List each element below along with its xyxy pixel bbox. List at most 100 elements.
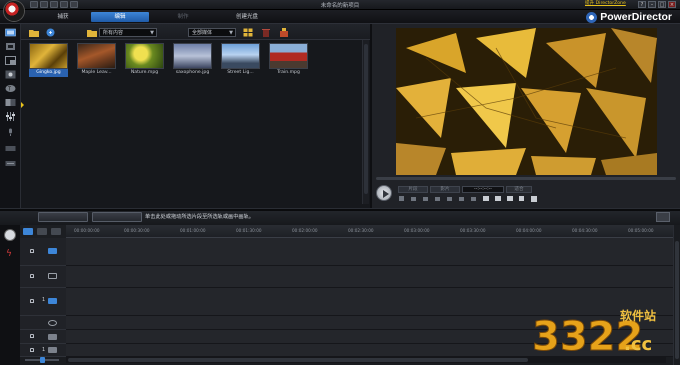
next-frame-icon[interactable] bbox=[422, 195, 429, 202]
media-item-nature[interactable]: Nature.mpg bbox=[125, 43, 164, 77]
preview-mode-bar: 片段 影片 --:--:--:-- 适合 bbox=[398, 186, 658, 193]
thumbnail bbox=[29, 43, 68, 69]
audio-mixing-room-icon[interactable] bbox=[5, 112, 16, 121]
timeline-zoom-slider[interactable] bbox=[20, 357, 66, 363]
redo-icon[interactable] bbox=[70, 1, 78, 8]
track-manager-icon[interactable] bbox=[4, 229, 16, 241]
library-folder-value: 所有内容 bbox=[103, 30, 124, 36]
title-bar: 未命名的新项目 ? – □ × bbox=[0, 0, 680, 10]
ruler-tick-label: 00:01:00:00 bbox=[180, 228, 206, 233]
zoom-select[interactable]: 适合 bbox=[506, 186, 532, 193]
lock-icon[interactable] bbox=[30, 299, 34, 303]
media-item-label: Street Lig... bbox=[227, 70, 254, 75]
tab-capture[interactable]: 捕获 bbox=[34, 12, 92, 22]
storyboard-view-button[interactable] bbox=[38, 212, 88, 222]
effect-track-lane[interactable] bbox=[66, 266, 673, 288]
media-item-label: Nature.mpg bbox=[130, 70, 159, 75]
media-item-label: saxophone.jpg bbox=[175, 70, 210, 75]
svg-text:.cc: .cc bbox=[624, 334, 652, 355]
voice-over-room-icon[interactable] bbox=[5, 128, 16, 137]
pip-room-icon[interactable] bbox=[5, 56, 16, 65]
insert-mode-icon[interactable] bbox=[37, 228, 47, 235]
thumbnail bbox=[221, 43, 260, 69]
download-media-icon[interactable] bbox=[46, 28, 56, 37]
lock-icon[interactable] bbox=[30, 334, 34, 338]
timecode-field[interactable]: --:--:--:-- bbox=[462, 186, 504, 193]
undo-icon[interactable] bbox=[60, 1, 68, 8]
volume-icon[interactable] bbox=[506, 195, 513, 202]
step-backward-icon[interactable] bbox=[458, 195, 465, 202]
directorzone-link[interactable]: 提升 DirectorZone bbox=[585, 0, 626, 6]
library-folder-select[interactable]: 所有内容 ▼ bbox=[99, 28, 157, 37]
title-room-icon[interactable]: T bbox=[5, 84, 16, 93]
media-item-label: Maple Leav... bbox=[81, 70, 112, 75]
visibility-icon[interactable] bbox=[48, 320, 57, 326]
minimize-button[interactable]: – bbox=[648, 1, 656, 8]
timeline-settings-icon[interactable] bbox=[656, 212, 670, 222]
zoom-handle[interactable] bbox=[40, 357, 45, 363]
media-item-saxophone[interactable]: saxophone.jpg bbox=[173, 43, 212, 77]
loop-icon[interactable] bbox=[494, 195, 501, 202]
media-item-train[interactable]: Train.mpg bbox=[269, 43, 308, 77]
svg-text:软件站: 软件站 bbox=[620, 308, 656, 323]
chevron-down-icon: ▼ bbox=[229, 30, 233, 36]
split-icon[interactable]: ϟ bbox=[6, 249, 14, 259]
preview-window bbox=[396, 28, 657, 175]
video-track-toggle-icon[interactable] bbox=[23, 228, 33, 235]
view-mode-icon[interactable] bbox=[243, 28, 253, 37]
media-filter-select[interactable]: 全部媒体 ▼ bbox=[188, 28, 236, 37]
movie-mode-button[interactable]: 影片 bbox=[430, 186, 460, 193]
track-header-audio bbox=[20, 330, 66, 344]
step-forward-icon[interactable] bbox=[470, 195, 477, 202]
lock-icon[interactable] bbox=[30, 249, 34, 253]
subtitle-room-icon[interactable] bbox=[5, 159, 16, 168]
settings-icon[interactable] bbox=[518, 195, 525, 202]
open-project-icon[interactable] bbox=[40, 1, 48, 8]
media-room-icon[interactable] bbox=[5, 28, 16, 37]
help-button[interactable]: ? bbox=[638, 1, 646, 8]
media-filter-value: 全部媒体 bbox=[192, 30, 213, 36]
timeline-ruler[interactable]: 00:00:00:00 00:00:30:00 00:01:00:00 00:0… bbox=[66, 225, 673, 238]
effect-room-icon[interactable] bbox=[5, 42, 16, 51]
clip-mode-button[interactable]: 片段 bbox=[398, 186, 428, 193]
video-track-lane[interactable] bbox=[66, 238, 673, 266]
music-note-icon bbox=[48, 347, 57, 353]
import-media-icon[interactable] bbox=[29, 28, 39, 37]
tab-produce[interactable]: 制作 bbox=[154, 12, 212, 22]
tab-edit[interactable]: 编辑 bbox=[91, 12, 149, 22]
brand: PowerDirector bbox=[586, 11, 672, 23]
chevron-down-icon: ▼ bbox=[150, 30, 154, 36]
lock-icon[interactable] bbox=[30, 348, 34, 352]
save-icon[interactable] bbox=[50, 1, 58, 8]
library-menu-icon[interactable] bbox=[279, 28, 289, 37]
library-scrollbar[interactable] bbox=[362, 40, 369, 204]
stop-icon[interactable] bbox=[398, 195, 405, 202]
particle-room-icon[interactable] bbox=[5, 70, 16, 79]
timeline-toolbar: 单击此处或拖动所选片段至所选轨或画中画轨。 bbox=[0, 211, 680, 225]
close-button[interactable]: × bbox=[668, 1, 676, 8]
chapter-room-icon[interactable] bbox=[5, 144, 16, 153]
play-button[interactable] bbox=[376, 185, 392, 201]
undock-icon[interactable] bbox=[530, 195, 537, 202]
fast-forward-icon[interactable] bbox=[434, 195, 441, 202]
preview-seek-bar[interactable] bbox=[376, 177, 676, 180]
media-item-maple-leaves[interactable]: Maple Leav... bbox=[77, 43, 116, 77]
tab-create-disc[interactable]: 创建光盘 bbox=[218, 12, 276, 22]
app-logo-icon bbox=[4, 1, 24, 21]
delete-icon[interactable] bbox=[261, 28, 271, 37]
folder-icon[interactable] bbox=[87, 28, 97, 37]
timeline-view-button[interactable] bbox=[92, 212, 142, 222]
maximize-button[interactable]: □ bbox=[658, 1, 666, 8]
media-item-street-light[interactable]: Street Lig... bbox=[221, 43, 260, 77]
new-project-icon[interactable] bbox=[30, 1, 38, 8]
ruler-tick-label: 00:03:30:00 bbox=[460, 228, 486, 233]
lock-icon[interactable] bbox=[30, 274, 34, 278]
ruler-tick-label: 00:03:00:00 bbox=[404, 228, 430, 233]
track-options-icon[interactable] bbox=[51, 228, 61, 235]
mark-in-icon[interactable] bbox=[482, 195, 489, 202]
track-header-video bbox=[20, 238, 66, 266]
previous-frame-icon[interactable] bbox=[410, 195, 417, 202]
transition-room-icon[interactable] bbox=[5, 98, 16, 107]
snapshot-icon[interactable] bbox=[446, 195, 453, 202]
media-item-gingko[interactable]: Gingko.jpg bbox=[29, 43, 68, 77]
